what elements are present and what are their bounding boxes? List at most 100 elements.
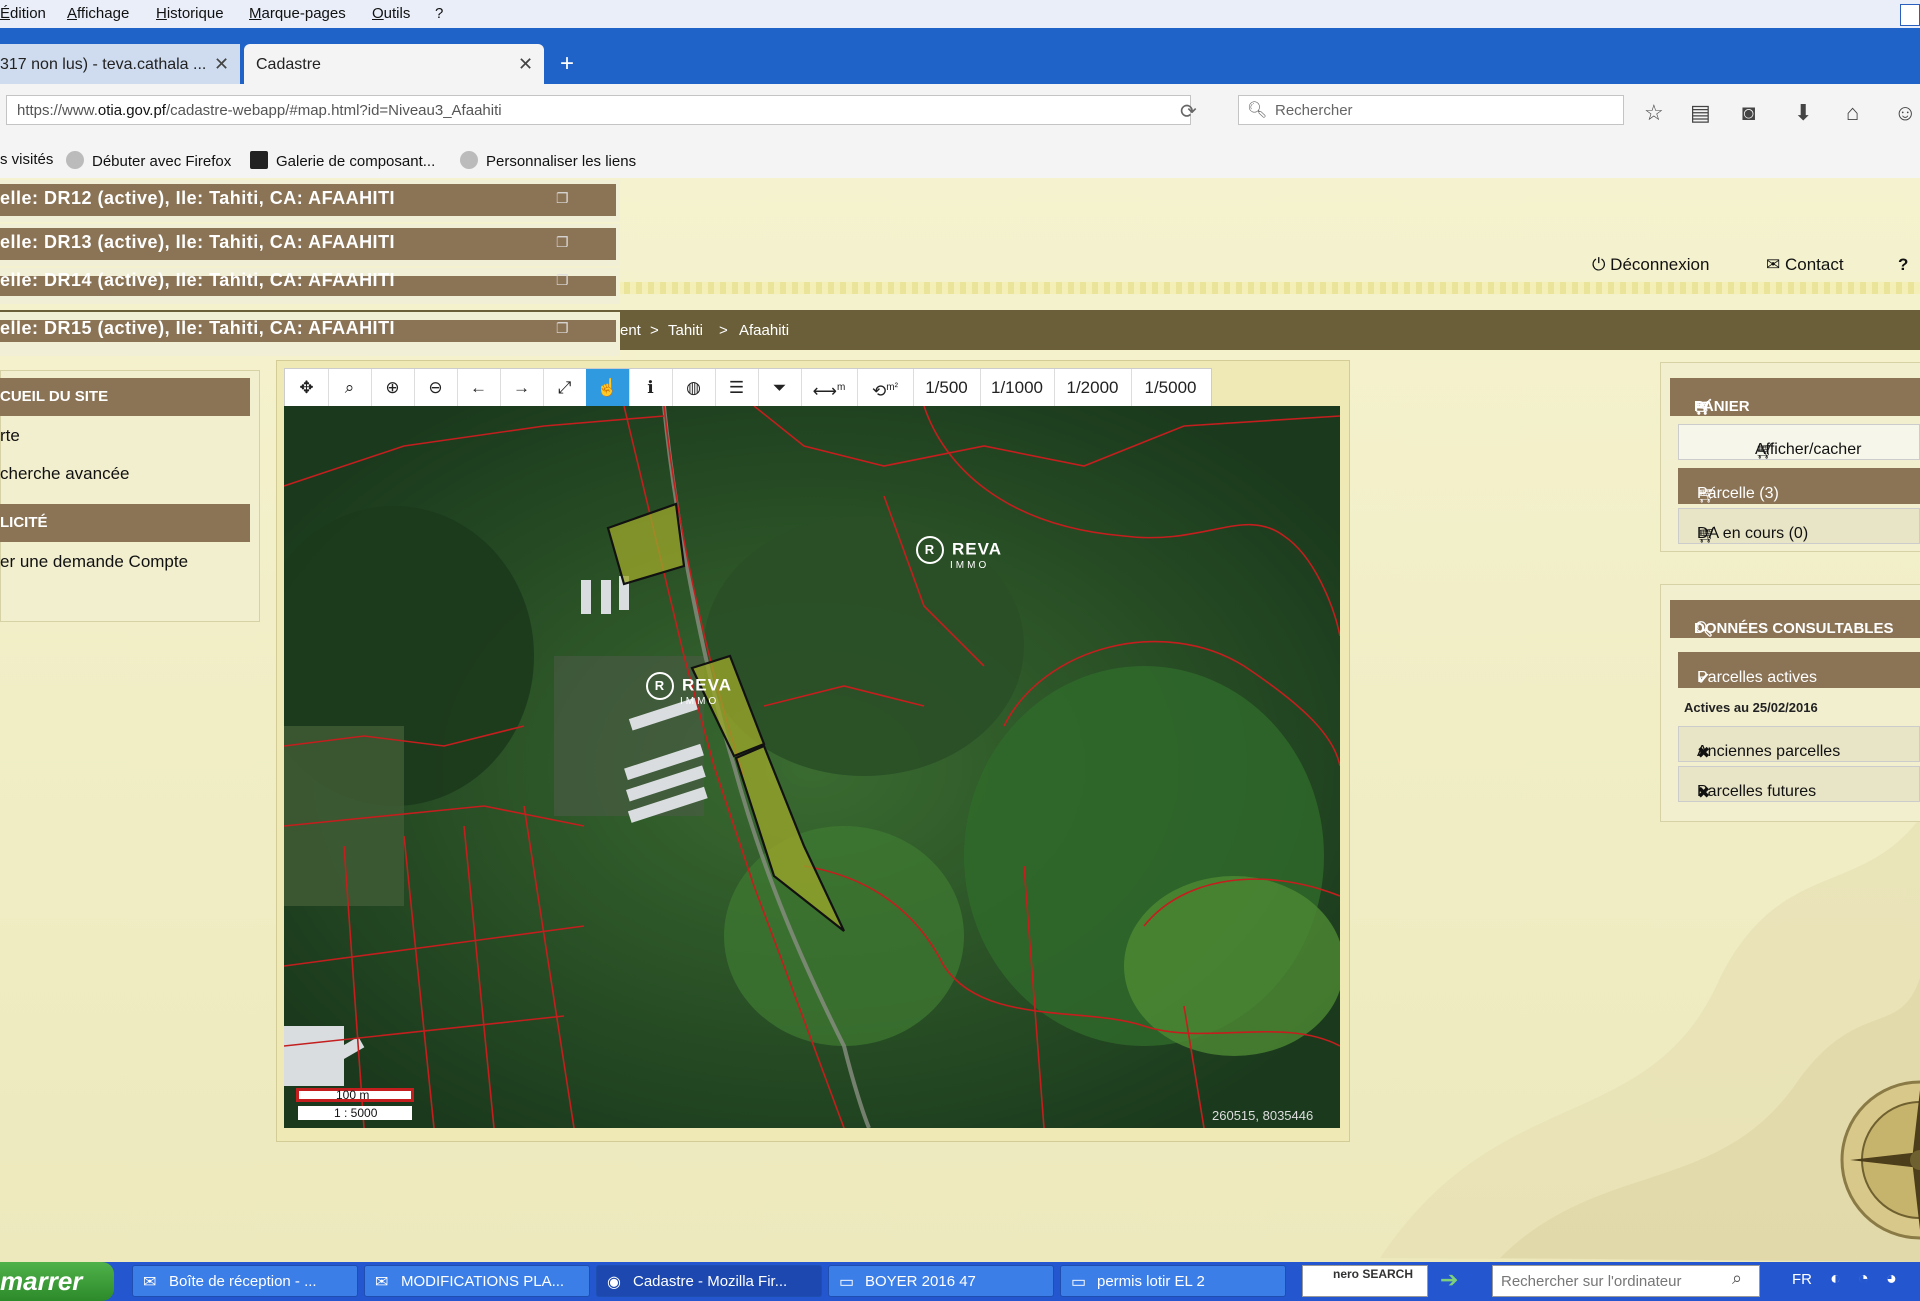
pocket-icon[interactable]: ◙ [1742,100,1755,126]
scale-5000-button[interactable]: 1/5000 [1131,369,1210,407]
menu-affichage[interactable]: Affichage [67,5,129,22]
logout-link[interactable]: ⏻ Déconnexion [1592,255,1709,275]
fullscreen-icon[interactable]: ⤢ [543,369,587,407]
scale-distance: 100 m [336,1088,370,1102]
parcel-label: elle: DR15 (active), Ile: Tahiti, CA: AF… [0,318,396,338]
taskbar-item-folder-permis[interactable]: ▭ permis lotir EL 2 [1060,1265,1286,1297]
parcel-list-item[interactable]: elle: DR14 (active), Ile: Tahiti, CA: AF… [0,268,620,304]
tab-cadastre[interactable]: Cadastre ✕ [244,44,544,84]
bookmark-components[interactable]: Galerie de composant... [250,151,435,170]
tab-mail[interactable]: 317 non lus) - teva.cathala ... ✕ [0,44,240,84]
basket-parcel-item[interactable]: 🛒︎ Parcelle (3) [1678,468,1920,504]
toggle-basket-button[interactable]: 🛒︎ Afficher/cacher [1678,424,1920,460]
url-text: https://www.otia.gov.pf/cadastre-webapp/… [17,102,502,119]
tray-icon[interactable]: ◕ [1886,1268,1897,1289]
account-request-link[interactable]: er une demande Compte [0,552,188,572]
data-header: 🔍︎ DONNÉES CONSULTABLES [1670,600,1920,638]
pan-icon[interactable]: ✥ [285,369,329,407]
firefox-icon: ◉ [607,1274,621,1291]
measure-area-tool[interactable]: ⟲m² [857,369,914,407]
parcel-list-item[interactable]: elle: DR12 (active), Ile: Tahiti, CA: AF… [0,180,620,222]
open-window-icon[interactable]: ❐ [556,272,569,289]
scale-1000-button[interactable]: 1/1000 [980,369,1055,407]
map-link[interactable]: rte [0,426,20,446]
star-bookmark-icon[interactable]: ☆ [1644,100,1664,126]
menu-historique[interactable]: Historique [156,5,224,22]
globe-icon [66,151,84,169]
filter-icon[interactable]: ⏷ [758,369,802,407]
language-indicator[interactable]: FR [1792,1271,1812,1288]
tray-icon[interactable]: ◐ [1830,1268,1841,1289]
nero-search-logo[interactable]: nero SEARCH [1302,1265,1428,1297]
go-arrow-icon[interactable]: ➔ [1440,1267,1458,1293]
menu-help[interactable]: ? [435,5,443,22]
breadcrumb-item[interactable]: ent [620,322,641,339]
bookmark-most-visited[interactable]: s visités [0,151,53,168]
taskbar-item-mail[interactable]: ✉ Boîte de réception - ... [132,1265,358,1297]
arrow-right-icon[interactable]: → [500,369,544,407]
reload-icon[interactable]: ⟳ [1180,99,1197,124]
download-icon[interactable]: ⬇ [1794,100,1812,126]
search-icon[interactable]: ⌕ [1732,1268,1742,1289]
search-input[interactable]: 🔍︎ Rechercher [1238,95,1624,125]
new-tab-icon[interactable]: + [560,50,574,78]
info-icon[interactable]: ℹ [629,369,673,407]
close-tab-icon[interactable]: ✕ [214,54,229,75]
active-parcels-toggle[interactable]: ✔ Parcelles actives [1678,652,1920,688]
breadcrumb-item[interactable]: Tahiti [668,322,703,339]
basket-da-item[interactable]: 🛒︎ DA en cours (0) [1678,508,1920,544]
tray-icon[interactable]: ◔ [1858,1268,1869,1289]
search-icon[interactable]: ⌕ [328,369,372,407]
parcel-list-item[interactable]: elle: DR13 (active), Ile: Tahiti, CA: AF… [0,224,620,266]
parcel-list-item[interactable]: elle: DR15 (active), Ile: Tahiti, CA: AF… [0,312,620,356]
globe-icon[interactable]: ◍ [672,369,716,407]
open-window-icon[interactable]: ❐ [556,190,569,207]
scale-2000-button[interactable]: 1/2000 [1054,369,1132,407]
map-coordinates: 260515, 8035446 [1212,1108,1314,1123]
future-parcels-toggle[interactable]: ✖ Parcelles futures [1678,766,1920,802]
menu-edition[interactable]: Édition [0,5,46,22]
search-placeholder: Rechercher [1275,102,1353,119]
globe-icon [460,151,478,169]
open-window-icon[interactable]: ❐ [556,320,569,337]
mail-icon: ✉ [1766,255,1785,274]
zoom-in-icon[interactable]: ⊕ [371,369,415,407]
breadcrumb-separator: > [719,322,728,339]
window-restore-icon[interactable] [1900,4,1920,26]
arrow-left-icon[interactable]: ← [457,369,501,407]
bookmark-customize[interactable]: Personnaliser les liens [460,151,636,170]
menu-marque-pages[interactable]: Marque-pages [249,5,346,22]
contact-link[interactable]: ✉ Contact [1766,255,1844,275]
tab-label: Cadastre [256,56,321,73]
satellite-map[interactable]: R REVA IMMO R REVA IMMO [284,406,1340,1128]
advanced-search-link[interactable]: cherche avancée [0,464,129,484]
layers-list-icon[interactable]: ☰ [715,369,759,407]
taskbar-item-firefox[interactable]: ◉ Cadastre - Mozilla Fir... [596,1265,822,1297]
scale-ratio: 1 : 5000 [334,1106,378,1120]
home-icon[interactable]: ⌂ [1846,100,1859,126]
hello-icon[interactable]: ☺ [1894,100,1916,126]
zoom-out-icon[interactable]: ⊖ [414,369,458,407]
help-icon[interactable]: ? [1898,255,1908,275]
url-bar[interactable]: https://www.otia.gov.pf/cadastre-webapp/… [6,95,1191,125]
tab-bar: 317 non lus) - teva.cathala ... ✕ Cadast… [0,28,1920,84]
start-button[interactable]: marrer [0,1262,114,1301]
email-icon: ✉ [375,1274,389,1291]
close-tab-icon[interactable]: ✕ [518,54,533,75]
cadastre-map-canvas [284,406,1340,1128]
old-parcels-toggle[interactable]: ✖ Anciennes parcelles [1678,726,1920,762]
taskbar-search-input[interactable]: Rechercher sur l'ordinateur [1492,1265,1760,1297]
map-scale-bar: 100 m 1 : 5000 [296,1088,420,1122]
taskbar-item-modifications[interactable]: ✉ MODIFICATIONS PLA... [364,1265,590,1297]
parcel-label: elle: DR14 (active), Ile: Tahiti, CA: AF… [0,270,396,290]
open-window-icon[interactable]: ❐ [556,234,569,251]
scale-500-button[interactable]: 1/500 [913,369,981,407]
measure-distance-tool[interactable]: ⟷m [801,369,858,407]
reading-list-icon[interactable]: ▤ [1690,100,1711,126]
hand-select-icon[interactable]: ☝ [586,369,630,407]
taskbar-item-folder-boyer[interactable]: ▭ BOYER 2016 47 [828,1265,1054,1297]
folder-icon: ▭ [1071,1274,1087,1291]
map-toolbar: ✥ ⌕ ⊕ ⊖ ← → ⤢ ☝ ℹ ◍ ☰ ⏷ ⟷m ⟲m² 1/500 1/1… [284,368,1212,408]
bookmark-firefox[interactable]: Débuter avec Firefox [66,151,231,170]
menu-outils[interactable]: Outils [372,5,410,22]
